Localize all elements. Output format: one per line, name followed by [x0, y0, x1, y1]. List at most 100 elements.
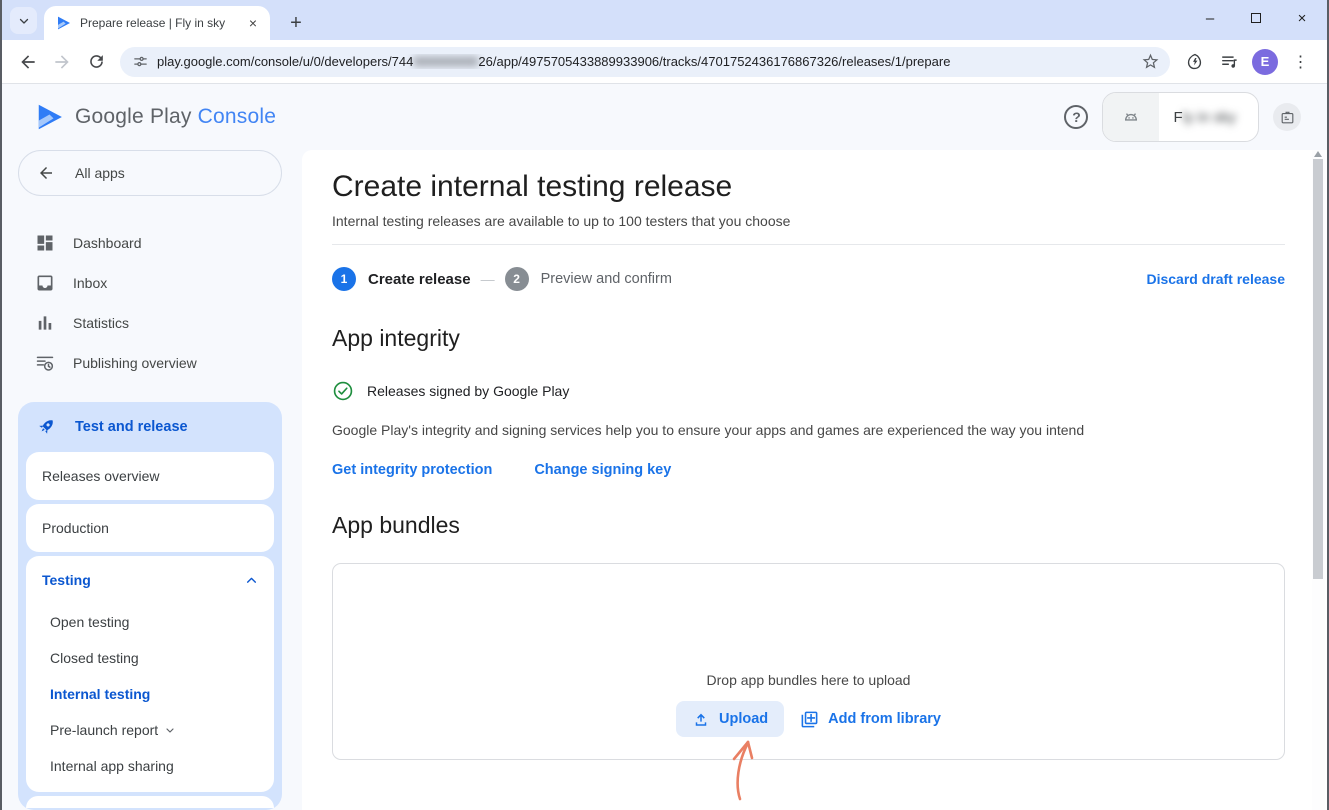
integrity-links: Get integrity protection Change signing … — [332, 462, 1285, 478]
help-button[interactable]: ? — [1064, 105, 1088, 129]
id-badge-icon — [1279, 109, 1296, 126]
sidebar-item-publishing-overview[interactable]: Publishing overview — [18, 343, 302, 383]
sidebar-item-test-and-release[interactable]: Test and release — [26, 402, 274, 452]
sidebar-item-internal-testing[interactable]: Internal testing — [26, 676, 274, 712]
bookmark-star-icon[interactable] — [1141, 52, 1160, 71]
new-tab-button[interactable]: + — [282, 9, 310, 37]
sidebar-item-statistics[interactable]: Statistics — [18, 303, 302, 343]
console-header: Google Play Console ? Fly in sky — [2, 84, 1327, 150]
step-preview-confirm[interactable]: 2 Preview and confirm — [505, 267, 672, 291]
extension-leaf-button[interactable] — [1178, 46, 1211, 78]
discard-draft-release-link[interactable]: Discard draft release — [1146, 271, 1285, 287]
sidebar-item-label: Dashboard — [73, 235, 142, 251]
url-address-bar[interactable]: play.google.com/console/u/0/developers/7… — [120, 47, 1170, 77]
android-icon-wrap — [1103, 93, 1159, 141]
sidebar-item-closed-testing[interactable]: Closed testing — [26, 640, 274, 676]
play-console-page: Google Play Console ? Fly in sky — [2, 84, 1327, 810]
logo-console: Console — [198, 105, 276, 128]
dropzone-actions: Upload Add from library — [676, 701, 941, 737]
page-body: All apps Dashboard Inbox Statistics — [2, 150, 1327, 810]
page-scrollbar[interactable] — [1312, 150, 1325, 810]
statistics-icon — [35, 313, 55, 333]
integrity-description: Google Play's integrity and signing serv… — [332, 422, 1285, 438]
reload-button[interactable] — [80, 46, 112, 78]
upload-button[interactable]: Upload — [676, 701, 784, 737]
back-arrow-icon — [37, 164, 55, 182]
inbox-icon — [35, 273, 55, 293]
app-switcher[interactable]: Fly in sky — [1102, 92, 1259, 142]
upload-button-label: Upload — [719, 711, 768, 727]
step-1-circle: 1 — [332, 267, 356, 291]
step-connector: — — [481, 271, 495, 287]
profile-avatar[interactable]: E — [1252, 49, 1278, 75]
close-button[interactable]: × — [1279, 0, 1325, 36]
change-signing-key-link[interactable]: Change signing key — [534, 462, 671, 478]
browser-tab[interactable]: Prepare release | Fly in sky × — [44, 6, 270, 40]
media-controls-button[interactable] — [1213, 46, 1246, 78]
drop-hint-text: Drop app bundles here to upload — [707, 672, 911, 688]
tab-close-icon[interactable]: × — [244, 14, 262, 32]
url-redacted-segment: 000000000 — [413, 54, 478, 69]
reload-icon — [87, 52, 106, 71]
browser-menu-button[interactable]: ⋮ — [1284, 46, 1317, 78]
media-playlist-icon — [1220, 52, 1239, 71]
minimize-button[interactable]: – — [1187, 0, 1233, 36]
get-integrity-protection-link[interactable]: Get integrity protection — [332, 462, 492, 478]
url-suffix: 26/app/4975705433889933906/tracks/470175… — [478, 54, 950, 69]
url-text: play.google.com/console/u/0/developers/7… — [157, 54, 1141, 69]
main-content: Create internal testing release Internal… — [302, 150, 1327, 810]
pre-launch-report-label: Pre-launch report — [50, 722, 158, 738]
window-controls: – × — [1187, 0, 1325, 36]
add-from-library-button[interactable]: Add from library — [800, 710, 941, 729]
chevron-up-icon — [245, 574, 258, 587]
step-2-label: Preview and confirm — [541, 271, 672, 287]
play-console-logo[interactable]: Google Play Console — [35, 101, 276, 133]
all-apps-label: All apps — [75, 165, 125, 181]
back-button[interactable] — [12, 46, 44, 78]
app-bundles-heading: App bundles — [332, 512, 1285, 539]
app-integrity-heading: App integrity — [332, 325, 1285, 352]
sidebar-item-inbox[interactable]: Inbox — [18, 263, 302, 303]
forward-arrow-icon — [52, 52, 72, 72]
library-add-icon — [800, 710, 819, 729]
site-settings-icon — [132, 53, 149, 70]
url-prefix: play.google.com/console/u/0/developers/7… — [157, 54, 413, 69]
check-circle-icon — [332, 380, 354, 402]
logo-google-play: Google Play — [75, 105, 192, 128]
sidebar-item-testing[interactable]: Testing — [26, 556, 274, 604]
browser-window: Prepare release | Fly in sky × + – × pla… — [0, 0, 1329, 810]
app-bundle-dropzone[interactable]: Drop app bundles here to upload Upload A… — [332, 563, 1285, 760]
header-actions: ? Fly in sky — [1064, 92, 1301, 142]
sidebar-item-pre-launch-report[interactable]: Pre-launch report — [26, 712, 274, 748]
app-name-redacted: ly in sky — [1183, 109, 1236, 126]
account-badge-button[interactable] — [1273, 103, 1301, 131]
sidebar-item-production[interactable]: Production — [26, 504, 274, 552]
chevron-down-icon — [164, 724, 176, 736]
scrollbar-thumb[interactable] — [1313, 159, 1323, 579]
sidebar-item-releases-overview[interactable]: Releases overview — [26, 452, 274, 500]
play-console-favicon — [56, 15, 72, 31]
test-and-release-section: Test and release Releases overview Produ… — [18, 402, 282, 810]
card-production: Production — [26, 504, 274, 552]
forward-button[interactable] — [46, 46, 78, 78]
publishing-overview-icon — [35, 353, 55, 373]
all-apps-button[interactable]: All apps — [18, 150, 282, 196]
sidebar-item-open-testing[interactable]: Open testing — [26, 604, 274, 640]
card-next-partial — [26, 796, 274, 808]
dashboard-icon — [35, 233, 55, 253]
logo-text: Google Play Console — [75, 105, 276, 129]
testing-label: Testing — [42, 572, 91, 588]
test-and-release-label: Test and release — [75, 419, 188, 435]
step-2-circle: 2 — [505, 267, 529, 291]
titlebar: Prepare release | Fly in sky × + – × — [2, 0, 1327, 40]
tab-title: Prepare release | Fly in sky — [80, 16, 236, 30]
maximize-button[interactable] — [1233, 0, 1279, 36]
tab-search-button[interactable] — [10, 7, 37, 34]
step-create-release[interactable]: 1 Create release — [332, 267, 471, 291]
scroll-up-arrow-icon[interactable] — [1314, 151, 1322, 157]
app-name-visible: F — [1173, 109, 1182, 126]
sidebar-item-internal-app-sharing[interactable]: Internal app sharing — [26, 748, 274, 784]
card-releases-overview: Releases overview — [26, 452, 274, 500]
sidebar-item-dashboard[interactable]: Dashboard — [18, 223, 302, 263]
signed-status-text: Releases signed by Google Play — [367, 383, 569, 399]
